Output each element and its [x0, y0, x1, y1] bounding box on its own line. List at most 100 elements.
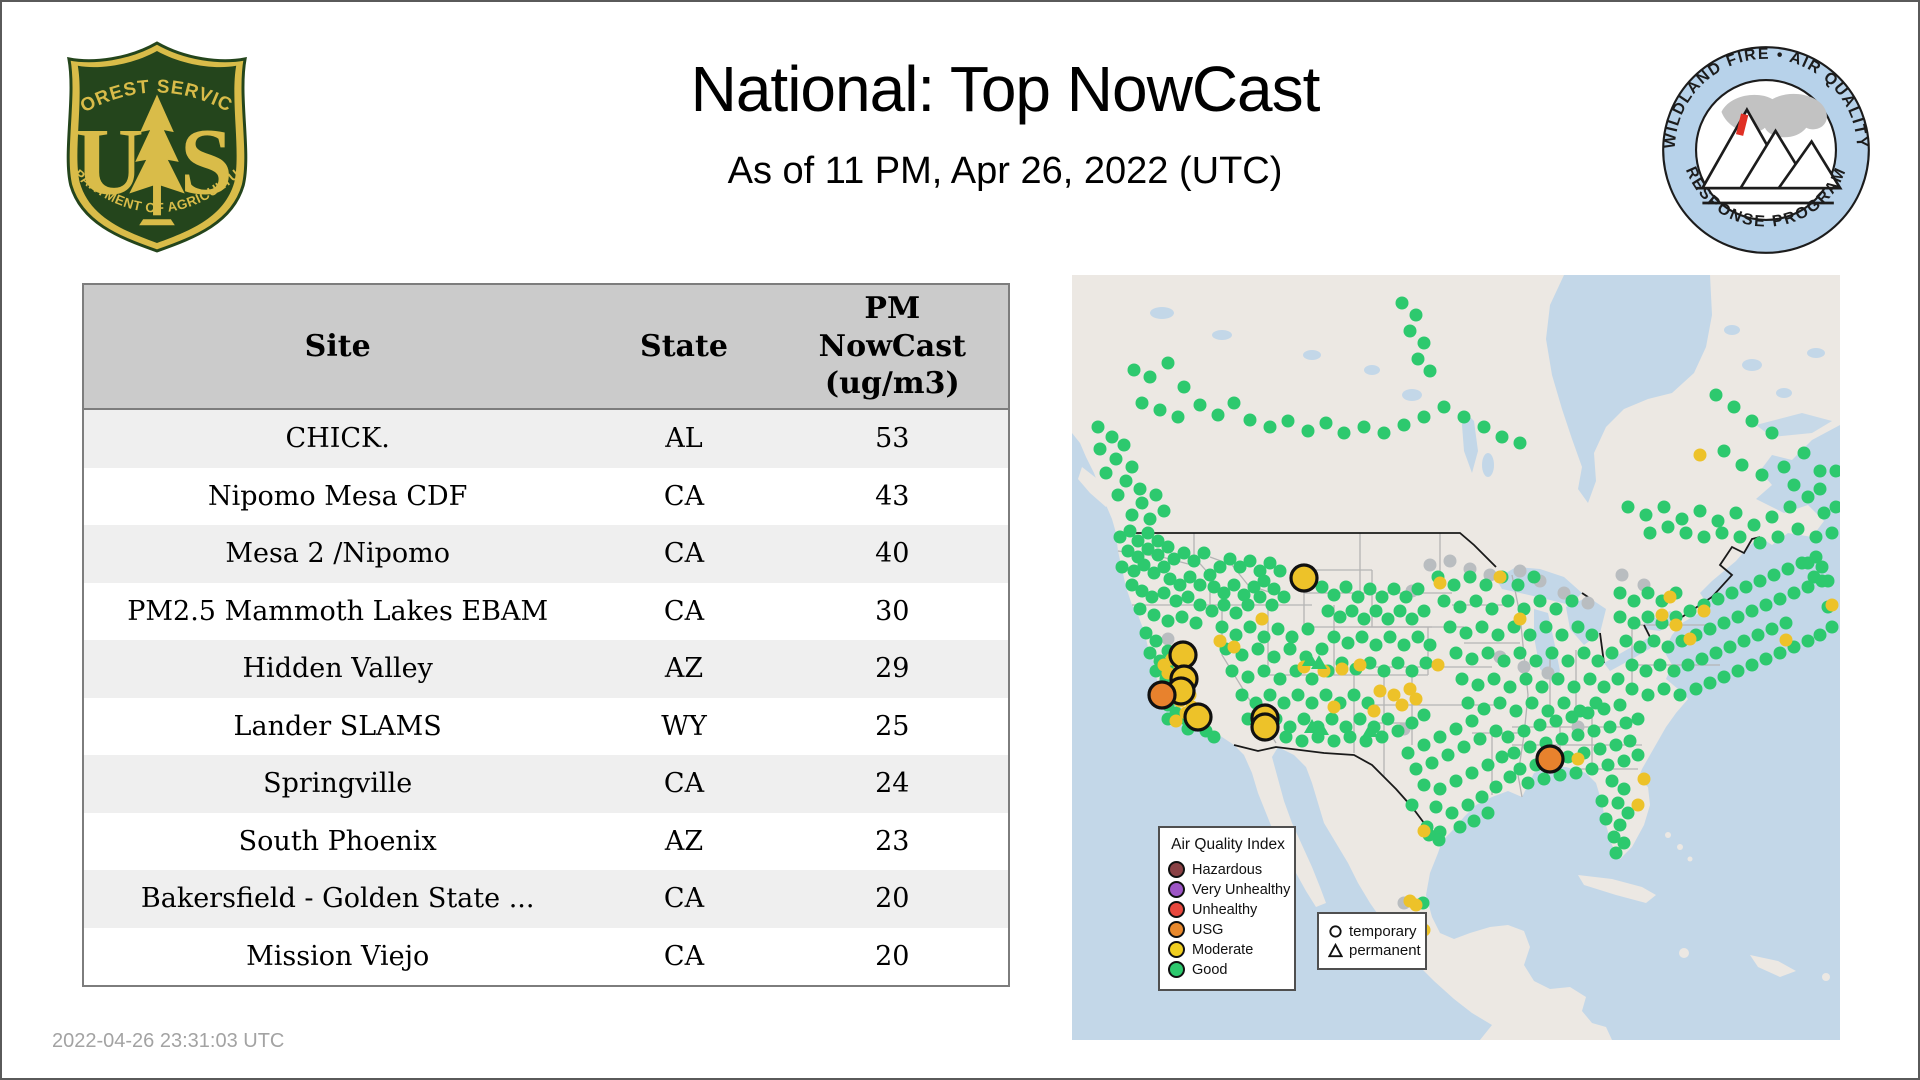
marker-shape-item: permanent	[1328, 942, 1421, 959]
monitor-dot-good	[1257, 664, 1271, 678]
monitor-dot-good	[1229, 628, 1243, 642]
table-cell-site: PM2.5 Mammoth Lakes EBAM	[127, 595, 549, 627]
monitor-dot-good	[1525, 696, 1539, 710]
monitor-dot-good	[1801, 490, 1815, 504]
monitor-dot-good	[1453, 600, 1467, 614]
monitor-dot-moderate	[1373, 684, 1387, 698]
monitor-dot-good	[1273, 564, 1287, 578]
monitor-dot-good	[1447, 578, 1461, 592]
monitor-dot-good	[1667, 664, 1681, 678]
column-header-state: State	[591, 284, 777, 410]
monitor-dot-good	[1527, 570, 1541, 584]
monitor-dot-good	[1523, 740, 1537, 754]
monitor-dot-good	[1613, 818, 1627, 832]
monitor-dot-moderate	[1493, 570, 1507, 584]
monitor-dot-good	[1207, 730, 1221, 744]
monitor-dot-good	[1377, 426, 1391, 440]
monitor-dot-moderate	[1433, 576, 1447, 590]
monitor-dot-moderate	[1683, 632, 1697, 646]
marker-shape-legend: temporary permanent	[1317, 912, 1427, 970]
monitor-dot-good	[1481, 806, 1495, 820]
monitor-dot-good	[1583, 672, 1597, 686]
monitor-dot-good	[1619, 634, 1633, 648]
monitor-dot-good	[1711, 514, 1725, 528]
table-cell-pm: 25	[875, 710, 910, 742]
table-cell-pm: 43	[875, 480, 910, 512]
monitor-dot-good	[1161, 356, 1175, 370]
monitor-dot-good	[1727, 400, 1741, 414]
monitor-dot-good	[1613, 586, 1627, 600]
monitor-dot-good	[1381, 712, 1395, 726]
monitor-dot-good	[1745, 658, 1759, 672]
monitor-dot-nodata	[1161, 632, 1175, 646]
monitor-dot-good	[1225, 664, 1239, 678]
monitor-dot-good	[1815, 574, 1829, 588]
monitor-dot-good	[1491, 628, 1505, 642]
monitor-dot-good	[1399, 590, 1413, 604]
monitor-dot-good	[1395, 296, 1409, 310]
monitor-dot-good	[1709, 646, 1723, 660]
monitor-dot-good	[1467, 814, 1481, 828]
monitor-dot-good	[1193, 398, 1207, 412]
monitor-dot-good	[1709, 388, 1723, 402]
monitor-dot-good	[1639, 664, 1653, 678]
monitor-dot-good	[1305, 672, 1319, 686]
monitor-dot-good	[1449, 774, 1463, 788]
monitor-dot-good	[1457, 410, 1471, 424]
monitor-dot-good	[1489, 780, 1503, 794]
monitor-dot-good	[1813, 464, 1827, 478]
monitor-dot-good	[1243, 554, 1257, 568]
monitor-dot-good	[1795, 556, 1809, 570]
monitor-dot-good	[1381, 612, 1395, 626]
monitor-dot-good	[1397, 638, 1411, 652]
monitor-dot-good	[1735, 458, 1749, 472]
monitor-dot-good	[1357, 420, 1371, 434]
monitor-dot-good	[1273, 672, 1287, 686]
monitor-map: Air Quality Index Hazardous Very Unhealth…	[1072, 275, 1840, 1040]
monitor-dot-good	[1745, 604, 1759, 618]
monitor-dot-moderate	[1779, 633, 1793, 647]
monitor-dot-good	[1567, 680, 1581, 694]
monitor-dot-good	[1475, 620, 1489, 634]
monitor-dot-good	[1609, 846, 1623, 860]
table-cell-site: Mesa 2 /Nipomo	[83, 525, 592, 583]
monitor-dot-good	[1733, 530, 1747, 544]
monitor-dot-good	[1693, 504, 1707, 518]
monitor-dot-good	[1409, 762, 1423, 776]
table-row: Nipomo Mesa CDF CA 43	[83, 468, 1009, 526]
table-cell-state: CA	[591, 755, 777, 813]
monitor-dot-good	[1503, 680, 1517, 694]
monitor-dot-moderate	[1353, 658, 1367, 672]
monitor-dot-good	[1661, 640, 1675, 654]
monitor-dot-good	[1535, 680, 1549, 694]
monitor-dot-good	[1737, 634, 1751, 648]
table-row: South Phoenix AZ 23	[83, 813, 1009, 871]
monitor-dot-good	[1643, 526, 1657, 540]
monitor-dot-good	[1347, 688, 1361, 702]
monitor-dot-good	[1781, 562, 1795, 576]
monitor-dot-good	[1161, 614, 1175, 628]
monitor-dot-good	[1661, 520, 1675, 534]
monitor-dot-nodata	[1513, 564, 1527, 578]
monitor-dot-good	[1657, 500, 1671, 514]
monitor-dot-good	[1605, 646, 1619, 660]
monitor-dot-nodata	[1517, 660, 1531, 674]
monitor-dot-good	[1593, 742, 1607, 756]
monitor-dot-good	[1315, 642, 1329, 656]
monitor-dot-good	[1625, 682, 1639, 696]
column-header-pm-text: PM NowCast (ug/m3)	[818, 291, 966, 402]
monitor-dot-good	[1135, 396, 1149, 410]
monitor-dot-good	[1487, 672, 1501, 686]
monitor-dot-good	[1423, 638, 1437, 652]
monitor-dot-good	[1109, 452, 1123, 466]
monitor-dot-good	[1717, 670, 1731, 684]
table-cell-site: Mission Viejo	[246, 940, 430, 972]
monitor-dot-good	[1759, 652, 1773, 666]
aqi-legend-item: Good	[1168, 961, 1288, 978]
monitor-dot-good	[1571, 728, 1585, 742]
aqi-legend: Air Quality Index Hazardous Very Unhealth…	[1158, 826, 1296, 991]
monitor-dot-good	[1241, 670, 1255, 684]
monitor-dot-good	[1723, 640, 1737, 654]
monitor-dot-good	[1533, 594, 1547, 608]
monitor-dot-good	[1813, 482, 1827, 496]
